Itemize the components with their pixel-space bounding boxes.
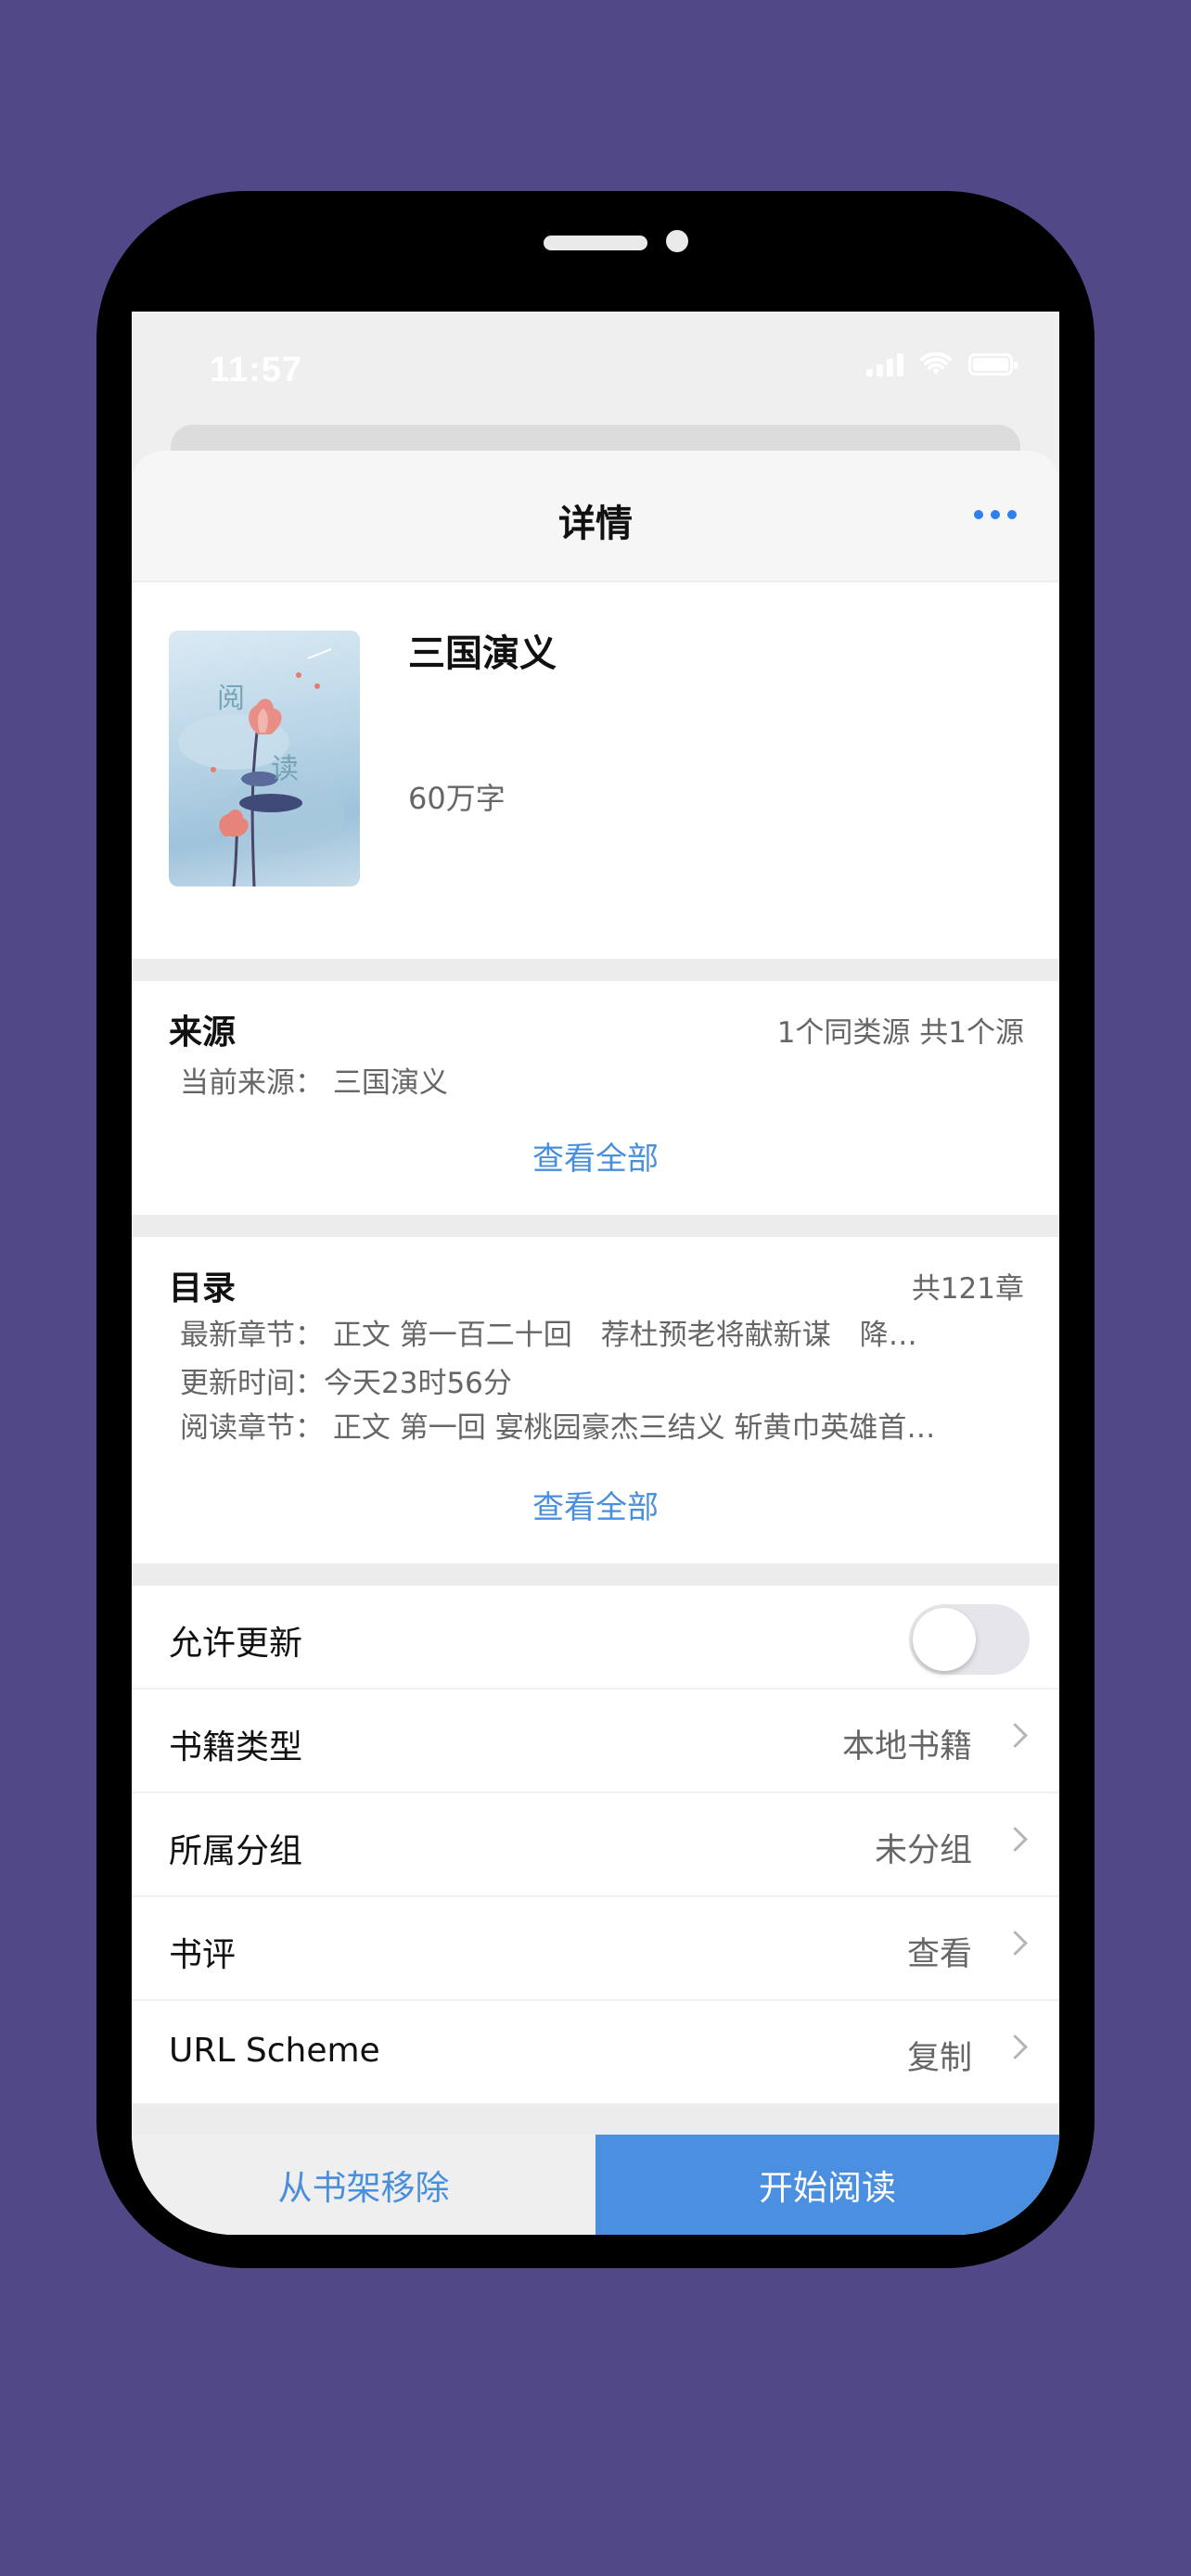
allow-update-toggle[interactable] — [909, 1604, 1030, 1675]
book-type-value: 本地书籍 — [841, 1728, 972, 1766]
book-info-section: 阅 读 三国演义 60万字 — [132, 582, 1059, 959]
latest-chapter: 最新章节： 正文 第一百二十回 荐杜预老将献新谋 降… — [180, 1311, 917, 1353]
phone-screen: 11:57 详情 阅 读 三国演义 60万字 来源 1个同类源 共1个源 当前来… — [132, 312, 1059, 2235]
section-divider — [132, 1563, 1059, 1586]
status-icons — [866, 352, 1018, 376]
source-summary: 1个同类源 共1个源 — [776, 1016, 1024, 1050]
book-cover[interactable]: 阅 读 — [169, 631, 360, 886]
current-source: 当前来源： 三国演义 — [180, 1059, 448, 1101]
front-camera — [666, 230, 688, 252]
update-time-value: 今天23时56分 — [324, 1367, 512, 1400]
book-type-row[interactable]: 书籍类型 本地书籍 — [132, 1690, 1059, 1793]
update-time: 更新时间：今天23时56分 — [180, 1359, 512, 1401]
toc-chapter-count: 共121章 — [911, 1272, 1024, 1306]
book-type-label: 书籍类型 — [169, 1728, 303, 1766]
update-time-label: 更新时间： — [180, 1367, 324, 1400]
wifi-icon — [920, 352, 952, 375]
cover-char-2: 读 — [271, 753, 299, 785]
group-value: 未分组 — [874, 1832, 972, 1869]
toc-section: 目录 共121章 最新章节： 正文 第一百二十回 荐杜预老将献新谋 降… 更新时… — [132, 1237, 1059, 1563]
speaker-grille — [544, 236, 647, 250]
url-scheme-label: URL Scheme — [169, 2032, 380, 2070]
page-title: 详情 — [558, 503, 633, 545]
group-row[interactable]: 所属分组 未分组 — [132, 1793, 1059, 1897]
toc-title: 目录 — [169, 1269, 237, 1307]
section-divider — [132, 959, 1059, 981]
remove-from-shelf-button[interactable]: 从书架移除 — [132, 2135, 596, 2235]
url-scheme-row[interactable]: URL Scheme 复制 — [132, 2001, 1059, 2105]
url-scheme-value: 复制 — [906, 2040, 972, 2077]
latest-chapter-value: 正文 第一百二十回 荐杜预老将献新谋 降… — [332, 1319, 917, 1352]
chevron-right-icon — [1003, 2034, 1028, 2060]
more-button[interactable] — [967, 503, 1024, 527]
detail-sheet: 详情 阅 读 三国演义 60万字 来源 1个同类源 共1个源 当前来源： 三国演… — [132, 451, 1059, 2235]
toggle-knob — [913, 1608, 976, 1671]
current-source-label: 当前来源： — [180, 1066, 324, 1100]
source-title: 来源 — [169, 1014, 237, 1052]
lotus-illustration — [178, 648, 345, 886]
chevron-right-icon — [1003, 1827, 1028, 1852]
chevron-right-icon — [1003, 1931, 1028, 1956]
latest-chapter-label: 最新章节： — [180, 1319, 324, 1352]
reading-chapter-label: 阅读章节： — [180, 1411, 324, 1445]
chevron-right-icon — [1003, 1723, 1028, 1748]
status-time: 11:57 — [210, 351, 303, 389]
start-reading-button[interactable]: 开始阅读 — [596, 2135, 1059, 2235]
current-source-value: 三国演义 — [332, 1066, 448, 1100]
reading-chapter: 阅读章节： 正文 第一回 宴桃园豪杰三结义 斩黄巾英雄首… — [180, 1404, 935, 1446]
book-word-count: 60万字 — [408, 781, 506, 816]
allow-update-row: 允许更新 — [132, 1586, 1059, 1690]
ellipsis-icon — [974, 510, 983, 519]
section-divider — [132, 1215, 1059, 1237]
review-label: 书评 — [169, 1936, 237, 1974]
review-value: 查看 — [906, 1936, 972, 1973]
toc-view-all-link[interactable]: 查看全部 — [132, 1482, 1059, 1527]
reading-chapter-value: 正文 第一回 宴桃园豪杰三结义 斩黄巾英雄首… — [332, 1411, 936, 1445]
cover-char-1: 阅 — [217, 682, 245, 715]
status-bar: 11:57 — [132, 312, 1059, 404]
source-section: 来源 1个同类源 共1个源 当前来源： 三国演义 查看全部 — [132, 981, 1059, 1215]
signal-icon — [866, 352, 903, 376]
battery-icon — [968, 353, 1018, 376]
bottom-action-bar: 从书架移除 开始阅读 — [132, 2135, 1059, 2235]
review-row[interactable]: 书评 查看 — [132, 1897, 1059, 2001]
canvas: 11:57 详情 阅 读 三国演义 60万字 来源 1个同类源 共1个源 当前来… — [0, 0, 1191, 2576]
allow-update-label: 允许更新 — [169, 1625, 303, 1663]
group-label: 所属分组 — [169, 1832, 303, 1870]
source-view-all-link[interactable]: 查看全部 — [132, 1133, 1059, 1179]
book-title: 三国演义 — [408, 632, 557, 675]
nav-bar: 详情 — [132, 451, 1059, 580]
